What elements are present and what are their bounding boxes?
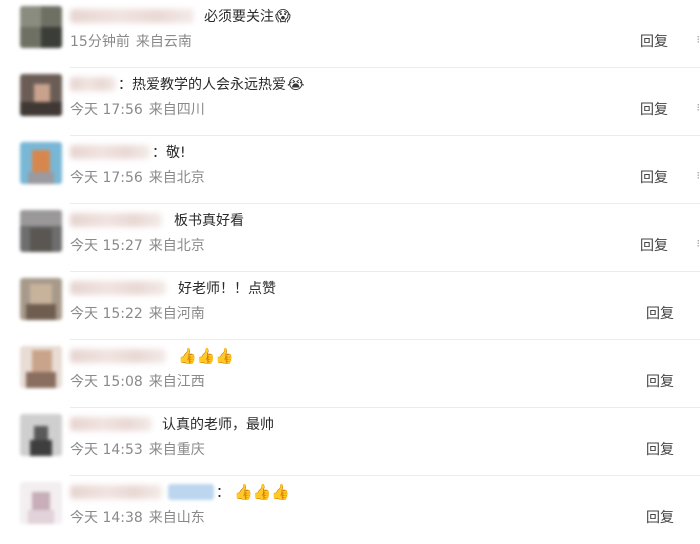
comment-row: ：热爱教学的人会永远热爱 😭 今天 17:56 来自四川 回复 ⁝ [0,68,700,136]
avatar[interactable] [20,482,62,524]
comment-location: 来自北京 [149,170,205,186]
comment-row: 好老师！！点赞 今天 15:22 来自河南 回复 [0,272,700,340]
more-options-icon[interactable]: ⁝ [697,33,700,46]
avatar[interactable] [20,6,62,48]
avatar[interactable] [20,414,62,456]
reply-button[interactable]: 回复 [640,31,668,51]
comment-location: 来自河南 [149,306,205,322]
comment-text: ：敬! [152,142,186,162]
comment-location: 来自江西 [149,374,205,390]
comment-row: 👍👍👍 今天 15:08 来自江西 回复 [0,340,700,408]
comment-time: 今天 14:53 [70,442,143,458]
comment-text: 好老师！！点赞 [178,278,276,298]
comment-time: 今天 17:56 [70,102,143,118]
comment-text: 板书真好看 [174,210,244,230]
comment-location: 来自北京 [149,238,205,254]
username-blurred[interactable] [70,145,150,159]
thumbs-up-icon: 👍👍👍 [178,347,234,365]
username-blurred[interactable] [70,349,166,363]
comment-text: 必须要关注 [204,6,274,26]
more-options-icon[interactable]: ⁝ [697,237,700,250]
avatar[interactable] [20,346,62,388]
scream-emoji-icon: 😱 [275,7,291,25]
username-blurred[interactable] [70,77,116,91]
reply-button[interactable]: 回复 [646,439,674,459]
username-blurred[interactable] [70,485,162,499]
comment-time: 今天 15:27 [70,238,143,254]
comment-row: 必须要关注 😱 15分钟前来自云南 回复 ⁝ [0,0,700,68]
reply-button[interactable]: 回复 [640,167,668,187]
comment-row: ： 👍👍👍 今天 14:38 来自山东 回复 [0,476,700,544]
comment-time: 15分钟前 [70,34,130,50]
comment-location: 来自重庆 [149,442,205,458]
comment-meta: 今天 17:56 来自北京 [70,167,205,187]
comment-meta: 今天 14:53 来自重庆 [70,439,205,459]
crying-emoji-icon: 😭 [287,75,305,93]
reply-button[interactable]: 回复 [646,507,674,527]
comment-location: 来自山东 [149,510,205,526]
comment-location: 来自四川 [149,102,205,118]
reply-button[interactable]: 回复 [646,303,674,323]
user-badge-blurred [168,484,214,500]
comment-text: 认真的老师，最帅 [162,414,274,434]
more-options-icon[interactable]: ⁝ [697,101,700,114]
comment-list: 必须要关注 😱 15分钟前来自云南 回复 ⁝ ：热爱教学的人会永远热爱 😭 今天… [0,0,700,537]
username-blurred[interactable] [70,281,166,295]
comment-time: 今天 15:08 [70,374,143,390]
thumbs-up-icon: 👍👍👍 [234,483,290,501]
comment-row: 认真的老师，最帅 今天 14:53 来自重庆 回复 [0,408,700,476]
comment-meta: 今天 14:38 来自山东 [70,507,205,527]
comment-time: 今天 17:56 [70,170,143,186]
comment-text: ： [216,482,230,502]
reply-button[interactable]: 回复 [646,371,674,391]
username-blurred[interactable] [70,417,152,431]
comment-text: ：热爱教学的人会永远热爱 [118,74,286,94]
comment-row: 板书真好看 今天 15:27 来自北京 回复 ⁝ [0,204,700,272]
reply-button[interactable]: 回复 [640,99,668,119]
username-blurred[interactable] [70,9,194,23]
comment-row: ：敬! 今天 17:56 来自北京 回复 ⁝ [0,136,700,204]
comment-meta: 今天 15:08 来自江西 [70,371,205,391]
comment-meta: 今天 17:56 来自四川 [70,99,205,119]
comment-meta: 15分钟前来自云南 [70,31,192,51]
avatar[interactable] [20,210,62,252]
comment-meta: 今天 15:22 来自河南 [70,303,205,323]
comment-time: 今天 14:38 [70,510,143,526]
avatar[interactable] [20,74,62,116]
more-options-icon[interactable]: ⁝ [697,169,700,182]
avatar[interactable] [20,278,62,320]
username-blurred[interactable] [70,213,162,227]
avatar[interactable] [20,142,62,184]
reply-button[interactable]: 回复 [640,235,668,255]
comment-meta: 今天 15:27 来自北京 [70,235,205,255]
comment-time: 今天 15:22 [70,306,143,322]
comment-location: 来自云南 [136,34,192,50]
